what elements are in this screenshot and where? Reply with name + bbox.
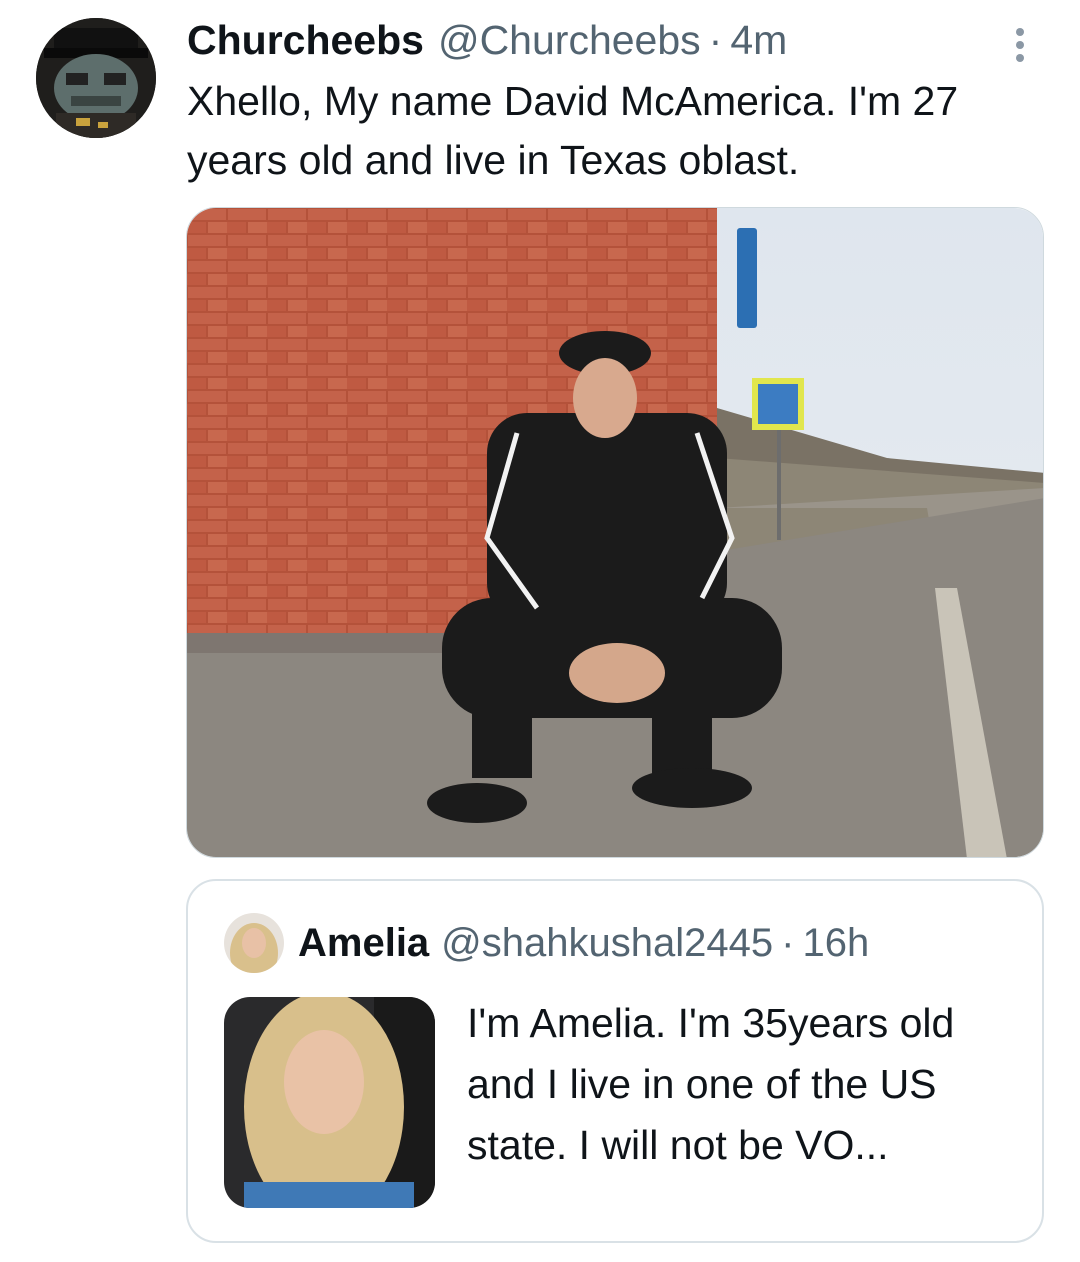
author-display-name[interactable]: Churcheebs — [187, 12, 424, 68]
author-avatar[interactable] — [36, 18, 156, 138]
quoted-tweet-header: Amelia @shahkushal2445 · 16h — [298, 915, 869, 971]
quoted-separator-dot: · — [781, 920, 795, 965]
tweet-text: Xhello, My name David McAmerica. I'm 27 … — [187, 78, 959, 183]
separator-dot: · — [708, 17, 723, 63]
quoted-tweet-card[interactable]: Amelia @shahkushal2445 · 16h I'm Amelia.… — [186, 879, 1044, 1243]
quoted-author-handle[interactable]: @shahkushal2445 — [441, 921, 773, 966]
quoted-tweet-timestamp[interactable]: 16h — [802, 921, 869, 966]
quoted-author-avatar[interactable] — [224, 913, 284, 973]
quoted-tweet-thumbnail[interactable] — [224, 997, 435, 1208]
author-handle[interactable]: @Churcheebs — [438, 12, 701, 68]
quoted-author-display-name[interactable]: Amelia — [298, 921, 429, 966]
tweet-timestamp[interactable]: 4m — [730, 12, 787, 68]
quoted-tweet-text: I'm Amelia. I'm 35years old and I live i… — [467, 1000, 955, 1168]
tweet-media-photo[interactable] — [186, 207, 1044, 858]
tweet-header: Churcheebs @Churcheebs · 4m — [187, 12, 1040, 68]
more-vertical-icon[interactable] — [1004, 20, 1036, 70]
